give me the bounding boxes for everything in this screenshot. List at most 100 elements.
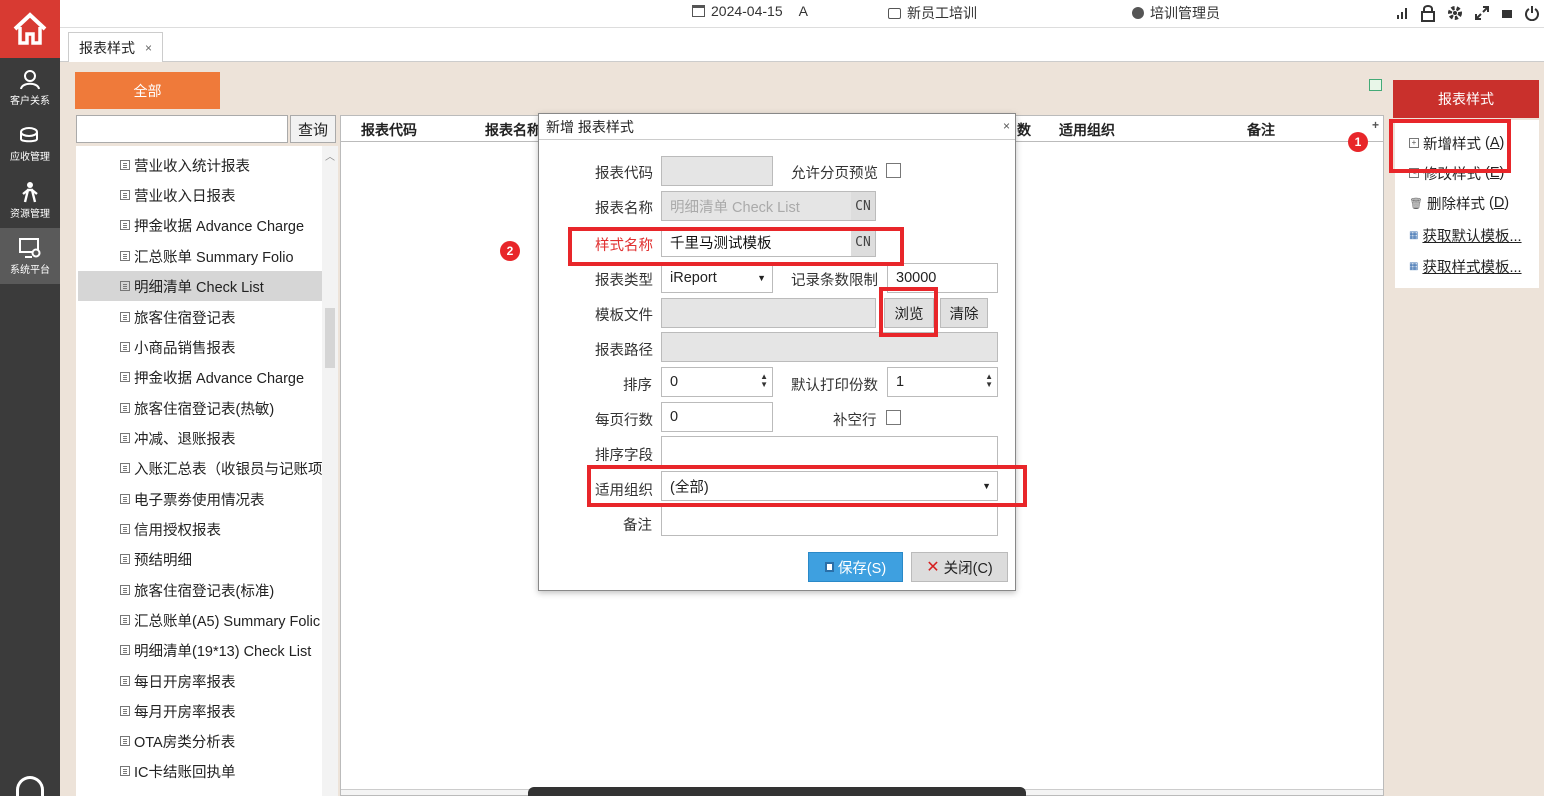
tree-item[interactable]: 旅客住宿登记表(标准) <box>78 575 322 605</box>
tree-item[interactable]: 明细清单(19*13) Check List <box>78 635 322 665</box>
tree-scrollbar[interactable]: ︿ <box>322 146 338 796</box>
save-button[interactable]: 保存(S) <box>808 552 903 582</box>
action-label: 获取默认模板... <box>1422 228 1522 245</box>
save-label: 保存(S) <box>837 560 887 577</box>
all-category-button[interactable]: 全部 <box>75 72 220 109</box>
document-icon <box>120 312 130 322</box>
dialog-title: 新增 报表样式 <box>539 114 1015 140</box>
get-default-template-button[interactable]: ▦ 获取默认模板... <box>1409 223 1522 247</box>
tree-item-label: 押金收据 Advance Charge <box>134 218 305 235</box>
tree-item[interactable]: 汇总账单 Summary Folio <box>78 241 322 271</box>
tree-item[interactable]: 营业收入统计报表 <box>78 150 322 180</box>
tree-item-label: 小商品销售报表 <box>134 340 236 357</box>
report-code-field[interactable] <box>661 156 773 186</box>
tree-item-label: 预结明细 <box>134 552 192 569</box>
report-path-field[interactable] <box>661 332 998 362</box>
dept-display[interactable]: 新员工培训 <box>888 3 977 23</box>
tree-item-label: 旅客住宿登记表(标准) <box>134 583 275 600</box>
nav-item-receivables[interactable]: 应收管理 <box>0 116 60 172</box>
tree-item[interactable]: 旅客住宿登记表 <box>78 302 322 332</box>
tree-item[interactable]: 电子票劵使用情况表 <box>78 484 322 514</box>
tree-item[interactable]: 入账汇总表（收银员与记账项. <box>78 453 322 483</box>
tree-item-label: 明细清单(19*13) Check List <box>134 643 312 660</box>
close-icon[interactable]: × <box>145 41 152 55</box>
nav-item-resources[interactable]: 资源管理 <box>0 172 60 228</box>
spinner-arrows-icon[interactable]: ▲ ▼ <box>760 373 768 389</box>
tree-item[interactable]: 冲减、退账报表 <box>78 423 322 453</box>
label-template-file: 模板文件 <box>595 308 653 324</box>
template-file-field[interactable] <box>661 298 876 328</box>
expand-icon[interactable] <box>1474 5 1490 21</box>
lang-button[interactable]: CN <box>851 192 875 220</box>
print-copies-value: 1 <box>896 374 905 390</box>
nav-item-system[interactable]: 系统平台 <box>0 228 60 284</box>
col-report-name[interactable]: 报表名称 <box>485 120 541 140</box>
print-copies-stepper[interactable]: 1 ▲ ▼ <box>887 367 998 397</box>
grid-icon: ▦ <box>1409 260 1419 272</box>
fill-empty-checkbox[interactable] <box>886 410 901 425</box>
scroll-thumb[interactable] <box>325 308 335 368</box>
label-allow-preview: 允许分页预览 <box>791 166 878 182</box>
shift-text: A <box>798 3 808 19</box>
cancel-button[interactable]: ✕ 关闭(C) <box>911 552 1008 582</box>
back-icon[interactable] <box>16 776 44 796</box>
chevron-up-icon[interactable]: ︿ <box>325 148 335 163</box>
col-count[interactable]: 数 <box>1017 120 1031 140</box>
user-display[interactable]: 培训管理员 <box>1132 3 1220 23</box>
nav-label: 资源管理 <box>10 208 50 220</box>
close-icon[interactable]: × <box>1003 119 1010 133</box>
label-record-limit: 记录条数限制 <box>791 273 878 289</box>
tree-item[interactable]: 每日开房率报表 <box>78 666 322 696</box>
tree-item[interactable]: 预结明细 <box>78 544 322 574</box>
dropdown-arrow-icon: ▼ <box>757 273 766 283</box>
tree-item[interactable]: 旅客住宿登记表(热敏) <box>78 393 322 423</box>
report-type-select[interactable]: iReport ▼ <box>661 263 773 293</box>
clear-button[interactable]: 清除 <box>940 298 988 328</box>
step-badge-2: 2 <box>500 241 520 261</box>
grid-icon: ▦ <box>1409 229 1419 241</box>
allow-preview-checkbox[interactable] <box>886 163 901 178</box>
report-name-field[interactable]: 明细清单 Check List CN <box>661 191 876 221</box>
gear-icon[interactable] <box>1446 4 1464 22</box>
col-report-code[interactable]: 报表代码 <box>361 120 417 140</box>
minimize-icon[interactable] <box>1500 6 1514 20</box>
tree-item[interactable]: 押金收据 Advance Charge <box>78 210 322 240</box>
nav-item-crm[interactable]: 客户关系 <box>0 60 60 116</box>
get-style-template-button[interactable]: ▦ 获取样式模板... <box>1409 254 1522 278</box>
col-remark[interactable]: 备注 <box>1247 120 1275 140</box>
label-rows-per-page: 每页行数 <box>595 413 653 429</box>
search-button[interactable]: 查询 <box>290 115 336 143</box>
home-button[interactable] <box>0 0 60 58</box>
remark-field[interactable] <box>661 506 998 536</box>
tree-item[interactable]: 营业收入日报表 <box>78 180 322 210</box>
step-badge-1: 1 <box>1348 132 1368 152</box>
tree-item-label: 押金收据 Advance Charge <box>134 370 305 387</box>
tree-item[interactable]: IC卡结账回执单 <box>78 756 322 786</box>
tree-item[interactable]: OTA房类分析表 <box>78 726 322 756</box>
search-input[interactable] <box>76 115 288 143</box>
tree-item[interactable]: 押金收据 Advance Charge <box>78 362 322 392</box>
col-org[interactable]: 适用组织 <box>1059 120 1115 140</box>
export-icon[interactable] <box>1369 79 1382 91</box>
tree-item[interactable]: 每月开房率报表 <box>78 696 322 726</box>
tree-item[interactable]: 小商品销售报表 <box>78 332 322 362</box>
tree-item-label: 信用授权报表 <box>134 522 221 539</box>
add-column-icon[interactable]: + <box>1372 118 1379 132</box>
date-display[interactable]: 2024-04-15 A <box>692 3 808 19</box>
sort-field-input[interactable] <box>661 436 998 466</box>
sort-stepper[interactable]: 0 ▲ ▼ <box>661 367 773 397</box>
delete-style-button[interactable]: 🗑 删除样式 (D) <box>1409 191 1509 215</box>
signal-icon[interactable] <box>1396 6 1410 20</box>
label-report-code: 报表代码 <box>595 166 653 182</box>
tree-item-label: 营业收入统计报表 <box>134 158 250 175</box>
tab-report-style[interactable]: 报表样式 × <box>68 32 164 62</box>
document-icon <box>120 403 130 413</box>
power-icon[interactable] <box>1524 5 1540 21</box>
tree-item-label: 电子票劵使用情况表 <box>134 492 265 509</box>
rows-per-page-field[interactable]: 0 <box>661 402 773 432</box>
tree-item-selected[interactable]: 明细清单 Check List <box>78 271 322 301</box>
lock-icon[interactable] <box>1420 4 1436 22</box>
spinner-arrows-icon[interactable]: ▲ ▼ <box>985 373 993 389</box>
tree-item[interactable]: 信用授权报表 <box>78 514 322 544</box>
tree-item[interactable]: 汇总账单(A5) Summary Folic <box>78 605 322 635</box>
